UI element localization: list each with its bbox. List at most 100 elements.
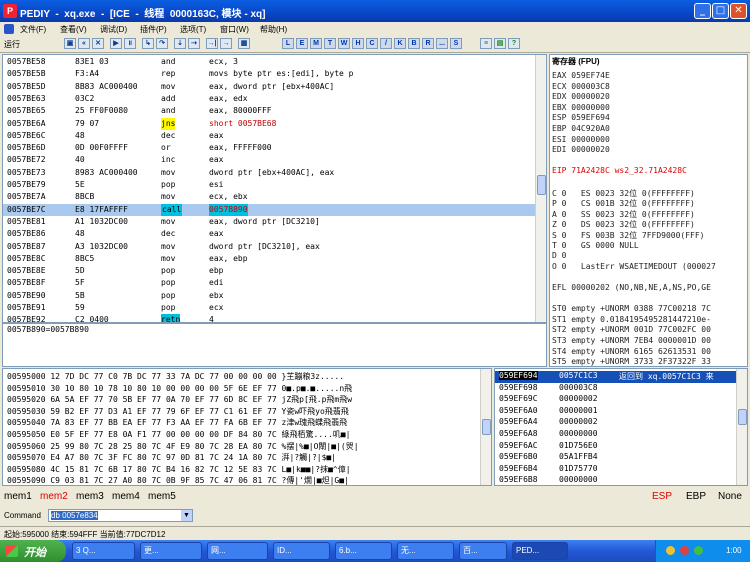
disasm-row[interactable]: 0057BE58 83E1 03 and ecx, 3 (3, 56, 538, 68)
register-row[interactable]: S 0 FS 003B 32位 7FFD9000(FFF) (552, 230, 747, 241)
start-button[interactable]: 开始 (0, 540, 66, 562)
stack-scrollbar[interactable] (736, 369, 747, 485)
register-row[interactable]: C 0 ES 0023 32位 0(FFFFFFFF) (552, 188, 747, 199)
register-row[interactable]: ST5 empty +UNORM 3733 2F37322F 33 (552, 357, 747, 366)
go-to-icon[interactable]: → (220, 38, 232, 49)
chevron-down-icon[interactable]: ▼ (181, 510, 192, 521)
menu-window[interactable]: 窗口(W) (220, 24, 249, 35)
register-row[interactable]: P 0 CS 001B 32位 0(FFFFFFFF) (552, 198, 747, 209)
hex-row[interactable]: 00595000 12 7D DC 77 C0 7B DC 77 33 7A D… (7, 371, 344, 383)
disasm-row[interactable]: 0057BE73 8983 AC000400 mov dword ptr [ebx+4… (3, 167, 538, 179)
register-row[interactable]: ECX 000003C8 (552, 82, 747, 91)
toolbar-letter-L[interactable]: L (282, 38, 294, 49)
hex-row[interactable]: 00595040 7A 83 EF 77 BB EA EF 77 F3 AA E… (7, 417, 347, 429)
toolbar-letter-S[interactable]: S (450, 38, 462, 49)
maximize-button[interactable]: □ (712, 3, 729, 19)
taskbar-button[interactable]: PED... (512, 542, 568, 560)
taskbar-button[interactable]: 6.b... (335, 542, 392, 560)
stack-row[interactable]: 059EF6A0 00000001 (495, 406, 737, 418)
taskbar-button[interactable]: 百... (459, 542, 507, 560)
stack-row[interactable]: 059EF698 000003C8 (495, 383, 737, 395)
close-button[interactable]: ✕ (730, 3, 747, 19)
disasm-row[interactable]: 0057BE63 03C2 add eax, edx (3, 93, 538, 105)
menu-plugins[interactable]: 插件(P) (140, 24, 167, 35)
hex-row[interactable]: 00595090 C9 03 81 7C 27 A0 80 7C 0B 9F 8… (7, 475, 349, 485)
register-row[interactable]: EFL 00000202 (NO,NB,NE,A,NS,PO,GE (552, 283, 747, 292)
hex-row[interactable]: 00595060 25 99 80 7C 28 25 80 7C 4F E9 8… (7, 441, 359, 453)
disasm-row[interactable]: 0057BE65 25 FF0F0080 and eax, 80000FFF (3, 105, 538, 117)
disasm-row[interactable]: 0057BE6D 0D 00F0FFFF or eax, FFFFF000 (3, 142, 538, 154)
hex-row[interactable]: 00595030 59 B2 EF 77 D3 A1 EF 77 79 6F E… (7, 406, 349, 418)
pause-icon[interactable]: ॥ (124, 38, 136, 49)
register-row[interactable]: ST2 empty +UNORM 001D 77C002FC 00 (552, 325, 747, 334)
disasm-row[interactable]: 0057BE6C 48 dec eax (3, 130, 538, 142)
register-row[interactable]: EBX 00000000 (552, 103, 747, 112)
disasm-row[interactable]: 0057BE91 59 pop ecx (3, 302, 538, 314)
tab-esp[interactable]: ESP (652, 491, 672, 502)
tab-mem5[interactable]: mem5 (148, 491, 176, 502)
hex-row[interactable]: 00595020 6A 5A EF 77 70 5B EF 77 0A 70 E… (7, 394, 352, 406)
stack-row[interactable]: 059EF6A8 00000000 (495, 429, 737, 441)
stack-row[interactable]: 059EF6A4 00000002 (495, 417, 737, 429)
register-row[interactable]: ST3 empty +UNORM 7EB4 0000001D 00 (552, 336, 747, 345)
close-file-icon[interactable]: ✕ (92, 38, 104, 49)
registers-pane[interactable]: 寄存器 (FPU) EAX 059EF74E ECX 000003C8 EDX 00… (549, 54, 748, 367)
disasm-row[interactable]: 0057BE8C 8BC5 mov eax, ebp (3, 253, 538, 265)
stack-row[interactable]: 059EF694 0057C1C3 返回到 xq.0057C1C3 来 (495, 371, 737, 383)
stack-row[interactable]: 059EF6B4 01D75770 (495, 464, 737, 476)
menu-view[interactable]: 查看(V) (60, 24, 87, 35)
stack-pane[interactable]: 059EF694 0057C1C3 返回到 xq.0057C1C3 来 059EF69… (494, 368, 748, 486)
trace-into-icon[interactable]: ⇣ (174, 38, 186, 49)
hex-row[interactable]: 00595070 E4 A7 80 7C 3F FC 80 7C 97 0D 8… (7, 452, 336, 464)
step-over-icon[interactable]: ↷ (156, 38, 168, 49)
step-into-icon[interactable]: ↳ (142, 38, 154, 49)
register-row[interactable]: EBP 04C920A0 (552, 124, 747, 133)
register-row[interactable]: A 0 SS 0023 32位 0(FFFFFFFF) (552, 209, 747, 220)
tray-icon[interactable] (680, 546, 689, 555)
tab-ebp[interactable]: EBP (686, 491, 706, 502)
tab-mem1[interactable]: mem1 (4, 491, 32, 502)
stack-scroll-thumb[interactable] (738, 409, 747, 425)
disasm-row[interactable]: 0057BE81 A1 1032DC00 mov eax, dword ptr [DC… (3, 216, 538, 228)
list-icon[interactable]: ≡ (480, 38, 492, 49)
open-icon[interactable]: ▣ (64, 38, 76, 49)
stack-row[interactable]: 059EF69C 00000002 (495, 394, 737, 406)
tab-mem4[interactable]: mem4 (112, 491, 140, 502)
trace-over-icon[interactable]: ⇢ (188, 38, 200, 49)
register-row[interactable]: EDI 00000020 (552, 145, 747, 154)
register-row[interactable]: EIP 71A2428C ws2_32.71A2428C (552, 166, 747, 175)
toolbar-letter-T[interactable]: T (324, 38, 336, 49)
animate-icon[interactable]: ▦ (238, 38, 250, 49)
disasm-row[interactable]: 0057BE8E 5D pop ebp (3, 265, 538, 277)
toolbar-letter-H[interactable]: H (352, 38, 364, 49)
disasm-row[interactable]: 0057BE92 C2 0400 retn 4 (3, 314, 538, 322)
disassembly-pane[interactable]: 0057BE58 83E1 03 and ecx, 3 0057BE5B F3:A4 rep… (2, 54, 547, 323)
taskbar-button[interactable]: 更... (140, 542, 202, 560)
minimize-button[interactable]: _ (694, 3, 711, 19)
register-row[interactable]: ST1 empty 0.0184195495281447210e- (552, 315, 747, 324)
tab-mem3[interactable]: mem3 (76, 491, 104, 502)
disasm-row[interactable]: 0057BE86 48 dec eax (3, 228, 538, 240)
tab-none[interactable]: None (718, 491, 742, 502)
disasm-row[interactable]: 0057BE90 5B pop ebx (3, 290, 538, 302)
menu-options[interactable]: 选项(T) (180, 24, 206, 35)
run-icon[interactable]: ▶ (110, 38, 122, 49)
disassembly-scrollbar[interactable] (535, 55, 546, 322)
toolbar-letter-M[interactable]: M (310, 38, 322, 49)
taskbar-button[interactable]: 3 Q... (72, 542, 135, 560)
toolbar-letter-E[interactable]: E (296, 38, 308, 49)
command-input[interactable]: db 0057e834 ▼ (48, 509, 193, 522)
disasm-row[interactable]: 0057BE7A 8BCB mov ecx, ebx (3, 191, 538, 203)
stack-row[interactable]: 059EF6AC 01D756E0 (495, 441, 737, 453)
register-row[interactable]: ST4 empty +UNORM 6165 62613531 00 (552, 347, 747, 356)
hex-dump-scrollbar[interactable] (480, 369, 491, 485)
menu-file[interactable]: 文件(F) (20, 24, 46, 35)
toolbar-letter-slash[interactable]: / (380, 38, 392, 49)
disasm-row[interactable]: 0057BE6A 79 07 jns short 0057BE68 (3, 117, 538, 130)
disassembly-scroll-thumb[interactable] (537, 175, 546, 195)
taskbar-button[interactable]: 无... (397, 542, 454, 560)
disasm-row[interactable]: 0057BE72 40 inc eax (3, 154, 538, 166)
toolbar-letter-C[interactable]: C (366, 38, 378, 49)
toolbar-letter-K[interactable]: K (394, 38, 406, 49)
toolbar-letter-R[interactable]: R (422, 38, 434, 49)
